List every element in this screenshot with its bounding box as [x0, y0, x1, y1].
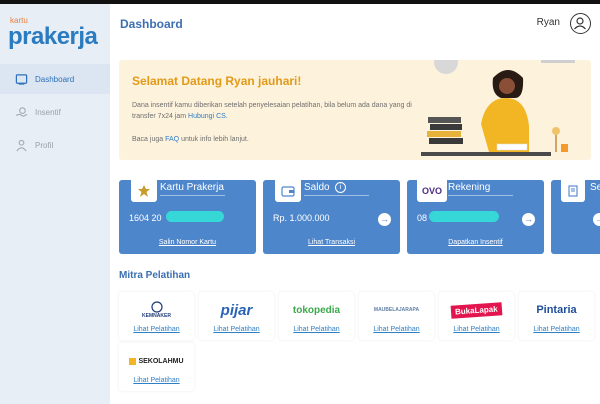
partner-name: pijar [220, 301, 253, 319]
user-name[interactable]: Ryan [537, 17, 560, 28]
card-title: Saldo [304, 182, 330, 193]
welcome-banner: Selamat Datang Ryan jauhari! Dana insent… [119, 60, 591, 160]
partner-card-pijar[interactable]: pijar Lihat Pelatihan [199, 292, 274, 340]
balance-value: Rp. 1.000.000 [273, 213, 330, 223]
arrow-right-icon[interactable]: → [378, 213, 391, 226]
partner-card-sekolahmu[interactable]: SEKOLAHMU Lihat Pelatihan [119, 343, 194, 391]
welcome-title: Selamat Datang Ryan jauhari! [132, 74, 302, 88]
view-training-link[interactable]: Lihat Pelatihan [519, 326, 594, 333]
arrow-right-icon[interactable]: → [593, 213, 600, 226]
redaction-mark [429, 211, 499, 222]
card-title: Kartu Prakerja [160, 182, 224, 193]
info-icon[interactable]: i [335, 182, 346, 193]
wallet-icon [275, 180, 301, 202]
logo-big-text: prakerja [8, 23, 98, 50]
pijar-logo: pijar [199, 298, 274, 322]
sidebar-item-label: Dashboard [35, 74, 75, 84]
partner-card-pintaria[interactable]: Pintaria Lihat Pelatihan [519, 292, 594, 340]
sidebar-nav: Dashboard Insentif Profil [0, 64, 110, 163]
view-training-link[interactable]: Lihat Pelatihan [359, 326, 434, 333]
money-hand-icon [14, 105, 28, 119]
sekolahmu-logo: SEKOLAHMU [119, 349, 194, 373]
card-title-underline [160, 195, 225, 196]
view-training-link[interactable]: Lihat Pelatihan [119, 326, 194, 333]
partner-name: Pintaria [536, 304, 577, 316]
sidebar-item-dashboard[interactable]: Dashboard [0, 64, 110, 94]
sekolahmu-emblem-icon [129, 357, 137, 365]
partner-card-maubelajarapa[interactable]: MAUBELAJARAPA Lihat Pelatihan [359, 292, 434, 340]
partner-name: SEKOLAHMU [138, 357, 184, 365]
bukalapak-logo: BukaLapak [439, 298, 514, 322]
card-saldo: Saldo i Rp. 1.000.000 → Lihat Transaksi [263, 180, 400, 254]
contact-cs-link[interactable]: Hubungi CS. [188, 113, 228, 120]
partner-name: tokopedia [292, 304, 341, 316]
partner-card-bukalapak[interactable]: BukaLapak Lihat Pelatihan [439, 292, 514, 340]
view-training-link[interactable]: Lihat Pelatihan [199, 326, 274, 333]
card-title: Rekening [448, 182, 491, 193]
top-header: Dashboard Ryan [110, 4, 600, 44]
card-rekening: OVO Rekening 08 → Dapatkan Insentif [407, 180, 544, 254]
view-training-link[interactable]: Lihat Pelatihan [119, 377, 194, 384]
get-incentive-link[interactable]: Dapatkan Insentif [407, 239, 544, 246]
copy-card-number-link[interactable]: Salin Nomor Kartu [119, 239, 256, 246]
page-title: Dashboard [120, 17, 183, 31]
incentive-info-text: Dana insentif kamu diberikan setelah pen… [132, 100, 422, 122]
view-training-link[interactable]: Lihat Pelatihan [279, 326, 354, 333]
person-icon [14, 138, 28, 152]
partner-name: MAUBELAJARAPA [373, 307, 420, 313]
arrow-right-icon[interactable]: → [522, 213, 535, 226]
kartu-prakerja-logo[interactable]: kartu prakerja [8, 16, 104, 52]
card-title: Se [590, 182, 600, 193]
maubelajarapa-logo: MAUBELAJARAPA [359, 298, 434, 322]
faq-link[interactable]: FAQ [165, 136, 179, 143]
ovo-logo-icon: OVO [417, 180, 447, 202]
kemnaker-emblem-icon [150, 301, 163, 313]
faq-prefix: Baca juga [132, 136, 164, 143]
certificate-icon [561, 180, 585, 202]
home-icon [14, 72, 28, 86]
partner-name: KEMNAKER [142, 313, 171, 319]
faq-suffix: untuk info lebih lanjut. [181, 136, 249, 143]
kemnaker-logo: KEMNAKER [119, 298, 194, 322]
garuda-emblem-icon [131, 180, 157, 202]
sidebar-item-profil[interactable]: Profil [0, 130, 110, 160]
sidebar: kartu prakerja Dashboard Insentif Profil [0, 4, 110, 404]
user-avatar-icon[interactable] [570, 13, 591, 34]
tokopedia-logo: tokopedia [279, 298, 354, 322]
sidebar-item-insentif[interactable]: Insentif [0, 97, 110, 127]
incentive-info-body: Dana insentif kamu diberikan setelah pen… [132, 102, 412, 120]
mitra-section-title: Mitra Pelatihan [119, 270, 191, 281]
card-title-underline [448, 195, 513, 196]
redaction-mark [166, 211, 224, 222]
partner-name: BukaLapak [450, 301, 503, 319]
card-title-underline [304, 195, 369, 196]
partner-card-kemnaker[interactable]: KEMNAKER Lihat Pelatihan [119, 292, 194, 340]
view-training-link[interactable]: Lihat Pelatihan [439, 326, 514, 333]
faq-info-text: Baca juga FAQ untuk info lebih lanjut. [132, 134, 422, 145]
card-number: 1604 20 [129, 213, 162, 223]
sidebar-item-label: Insentif [35, 107, 61, 117]
pintaria-logo: Pintaria [519, 298, 594, 322]
card-kartu-prakerja: Kartu Prakerja 1604 20 Salin Nomor Kartu [119, 180, 256, 254]
view-transactions-link[interactable]: Lihat Transaksi [263, 239, 400, 246]
account-number: 08 [417, 213, 428, 223]
sidebar-item-label: Profil [35, 140, 54, 150]
card-sertifikat: Se → [551, 180, 600, 254]
welcome-illustration [421, 60, 575, 156]
partner-card-tokopedia[interactable]: tokopedia Lihat Pelatihan [279, 292, 354, 340]
ovo-logo-text: OVO [421, 186, 442, 196]
